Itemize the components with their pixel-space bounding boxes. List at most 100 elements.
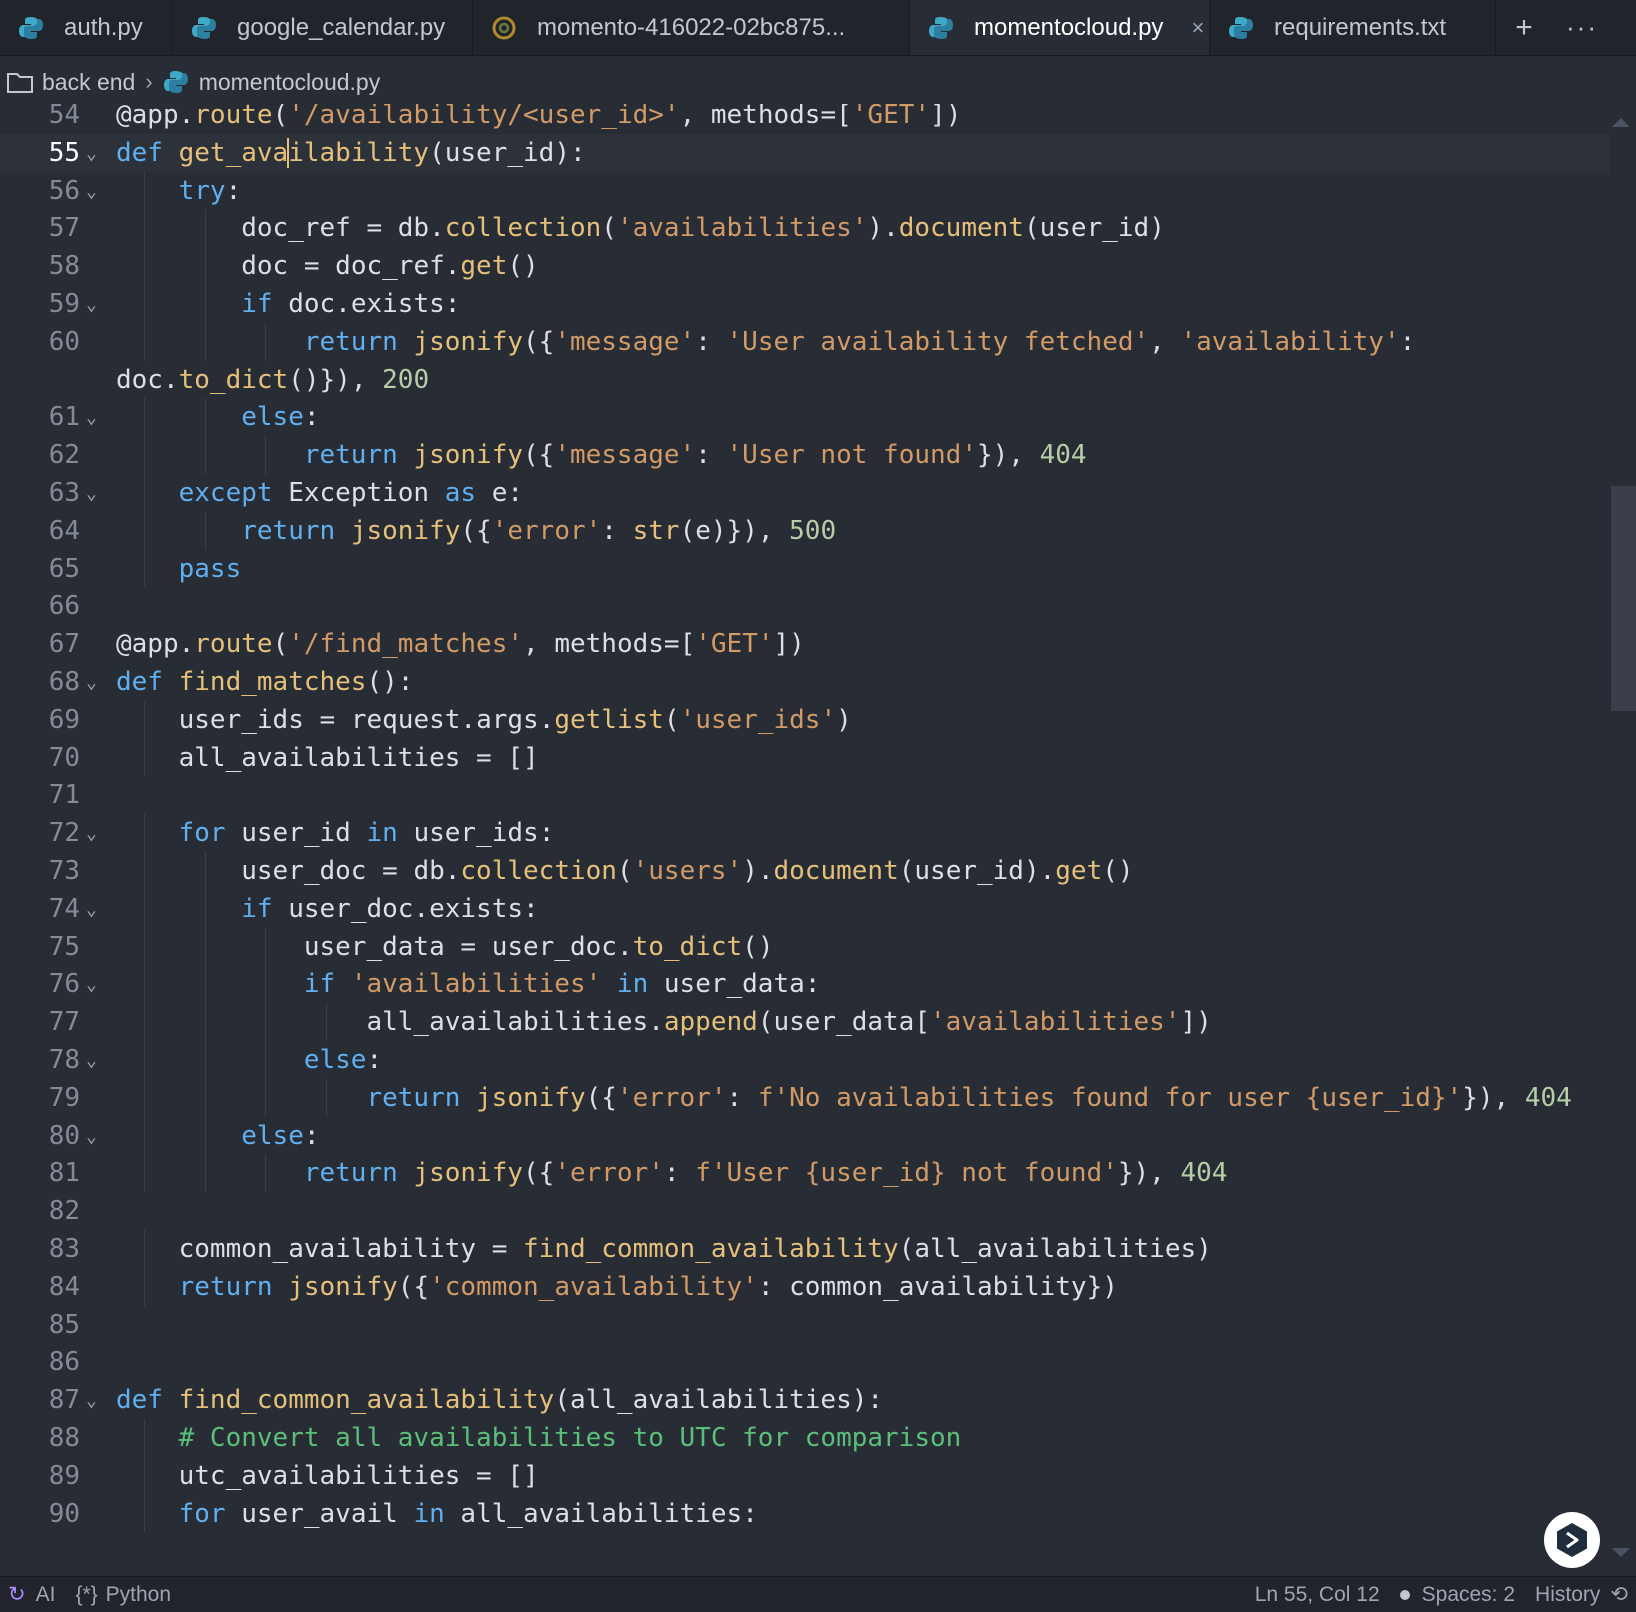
code-line[interactable]: 72 ⌄ for user_id in user_ids: — [0, 814, 1610, 853]
scrollbar-thumb[interactable] — [1611, 486, 1636, 711]
fold-chevron-icon[interactable]: ⌄ — [86, 814, 104, 853]
tab-label: requirements.txt — [1274, 13, 1447, 41]
code-line[interactable]: 75 user_data = user_doc.to_dict() — [0, 927, 1610, 967]
code-line[interactable]: 74 ⌄ if user_doc.exists: — [0, 889, 1610, 929]
tab-label: google_calendar.py — [237, 13, 446, 41]
new-tab-button[interactable]: + — [1496, 0, 1552, 55]
fold-chevron-icon[interactable]: ⌄ — [86, 1117, 104, 1156]
tab-momentocloud-py[interactable]: momentocloud.py × — [910, 0, 1210, 55]
indent-guide — [144, 1154, 145, 1193]
code-text: user_doc = db.collection('users').docume… — [241, 856, 1134, 886]
fold-chevron-icon[interactable]: ⌄ — [86, 398, 104, 437]
cursor-position[interactable]: Ln 55, Col 12 — [1255, 1583, 1380, 1607]
code-line[interactable]: 59 ⌄ if doc.exists: — [0, 285, 1610, 324]
indent-guide — [265, 436, 267, 474]
code-line[interactable]: doc.to_dict()}), 200 — [0, 361, 1610, 400]
tab-momento-json[interactable]: momento-416022-02bc875... — [473, 0, 910, 55]
code-line[interactable]: 78 ⌄ else: — [0, 1041, 1610, 1080]
fold-chevron-icon[interactable]: ⌄ — [86, 965, 104, 1004]
code-line[interactable]: 77 all_availabilities.append(user_data['… — [0, 1003, 1610, 1042]
more-tabs-icon[interactable]: ··· — [1552, 0, 1612, 55]
indent-guide — [265, 965, 267, 1004]
history-button[interactable]: History ⟲ — [1535, 1582, 1628, 1607]
code-line[interactable]: 67 @app.route('/find_matches', methods=['… — [0, 625, 1610, 664]
line-number: 70 — [48, 742, 80, 773]
code-line[interactable]: 79 return jsonify({'error': f'No availab… — [0, 1078, 1610, 1118]
line-number: 85 — [48, 1309, 80, 1340]
code-line[interactable]: 73 user_doc = db.collection('users').doc… — [0, 852, 1610, 891]
code-line[interactable]: 81 return jsonify({'error': f'User {user… — [0, 1154, 1610, 1193]
fold-chevron-icon[interactable]: ⌄ — [86, 663, 104, 702]
code-text: pass — [178, 553, 242, 584]
breadcrumb-folder[interactable]: back end — [42, 69, 135, 96]
tab-auth-py[interactable]: auth.py — [0, 0, 173, 55]
line-number: 87 — [48, 1385, 80, 1416]
code-line[interactable]: 88 # Convert all availabilities to UTC f… — [0, 1419, 1610, 1458]
tab-requirements-txt[interactable]: requirements.txt — [1210, 0, 1496, 55]
indent-guide — [144, 436, 145, 474]
fold-chevron-icon[interactable]: ⌄ — [86, 285, 104, 324]
code-line[interactable]: 61 ⌄ else: — [0, 398, 1610, 437]
line-number: 79 — [48, 1082, 80, 1113]
code-line[interactable]: 62 return jsonify({'message': 'User not … — [0, 436, 1610, 475]
indent-guide — [144, 1003, 145, 1041]
fold-chevron-icon[interactable]: ⌄ — [86, 172, 104, 211]
indentation-setting[interactable]: Spaces: 2 — [1399, 1582, 1516, 1607]
fold-chevron-icon[interactable]: ⌄ — [86, 134, 104, 173]
language-brackets-icon: {*} — [75, 1582, 98, 1606]
code-text: if doc.exists: — [241, 289, 461, 319]
code-editor[interactable]: 54 @app.route('/availability/<user_id>', … — [0, 104, 1636, 1576]
code-line[interactable]: 63 ⌄ except Exception as e: — [0, 474, 1610, 513]
code-line[interactable]: 68 ⌄ def find_matches(): — [0, 663, 1610, 702]
code-line[interactable]: 83 common_availability = find_common_ava… — [0, 1230, 1610, 1269]
code-line[interactable]: 69 user_ids = request.args.getlist('user… — [0, 700, 1610, 740]
assistant-button[interactable] — [1544, 1512, 1600, 1568]
code-line[interactable]: 60 return jsonify({'message': 'User avai… — [0, 322, 1610, 362]
code-line[interactable]: 86 — [0, 1343, 1610, 1382]
code-line[interactable]: 84 return jsonify({'common_availability'… — [0, 1267, 1610, 1307]
code-line[interactable]: 87 ⌄ def find_common_availability(all_avai… — [0, 1381, 1610, 1420]
ai-status[interactable]: ↻ AI — [8, 1582, 55, 1607]
code-line[interactable]: 54 @app.route('/availability/<user_id>', … — [0, 104, 1610, 135]
code-line[interactable]: 85 — [0, 1306, 1610, 1345]
fold-chevron-icon[interactable]: ⌄ — [86, 1041, 104, 1080]
indent-guide — [204, 1003, 206, 1041]
code-line[interactable]: 82 — [0, 1192, 1610, 1231]
code-line[interactable]: 55 ⌄ def get_availability(user_id): — [0, 133, 1610, 173]
code-line[interactable]: 65 pass — [0, 549, 1610, 589]
code-line[interactable]: 89 utc_availabilities = [] — [0, 1456, 1610, 1496]
indent-guide — [144, 474, 145, 512]
line-number: 56 — [48, 175, 80, 206]
code-text: else: — [241, 1120, 320, 1151]
fold-chevron-icon[interactable]: ⌄ — [86, 890, 104, 929]
code-line[interactable]: 58 doc = doc_ref.get() — [0, 247, 1610, 286]
indent-guide — [204, 1078, 206, 1117]
indent-guide — [265, 1041, 267, 1079]
close-icon[interactable]: × — [1191, 15, 1204, 41]
code-line[interactable]: 71 — [0, 776, 1610, 815]
spaces-label: Spaces: 2 — [1421, 1582, 1516, 1606]
scroll-down-arrow-icon[interactable] — [1612, 1548, 1630, 1557]
fold-chevron-icon[interactable]: ⌄ — [86, 474, 104, 513]
code-line[interactable]: 66 — [0, 587, 1610, 626]
tab-google-calendar-py[interactable]: google_calendar.py — [173, 0, 473, 55]
fold-chevron-icon[interactable]: ⌄ — [86, 1381, 104, 1420]
code-text: for user_id in user_ids: — [178, 818, 555, 849]
code-line[interactable]: 64 return jsonify({'error': str(e)}), 50… — [0, 511, 1610, 551]
indent-guide — [265, 322, 267, 361]
code-line[interactable]: 76 ⌄ if 'availabilities' in user_data: — [0, 965, 1610, 1004]
code-line[interactable]: 56 ⌄ try: — [0, 171, 1610, 211]
language-selector[interactable]: {*} Python — [75, 1583, 171, 1607]
code-text: else: — [303, 1045, 383, 1075]
code-text: def get_availability(user_id): — [116, 137, 586, 169]
breadcrumb-file[interactable]: momentocloud.py — [199, 69, 381, 96]
code-line[interactable]: 90 for user_avail in all_availabilities: — [0, 1494, 1610, 1534]
code-line[interactable]: 70 all_availabilities = [] — [0, 738, 1610, 778]
scroll-up-arrow-icon[interactable] — [1612, 118, 1630, 127]
ai-label: AI — [35, 1582, 56, 1606]
indent-guide — [144, 549, 145, 588]
code-line[interactable]: 80 ⌄ else: — [0, 1116, 1610, 1156]
code-text: @app.route('/availability/<user_id>', me… — [116, 104, 962, 130]
code-text: except Exception as e: — [178, 478, 524, 508]
code-line[interactable]: 57 doc_ref = db.collection('availabiliti… — [0, 209, 1610, 248]
